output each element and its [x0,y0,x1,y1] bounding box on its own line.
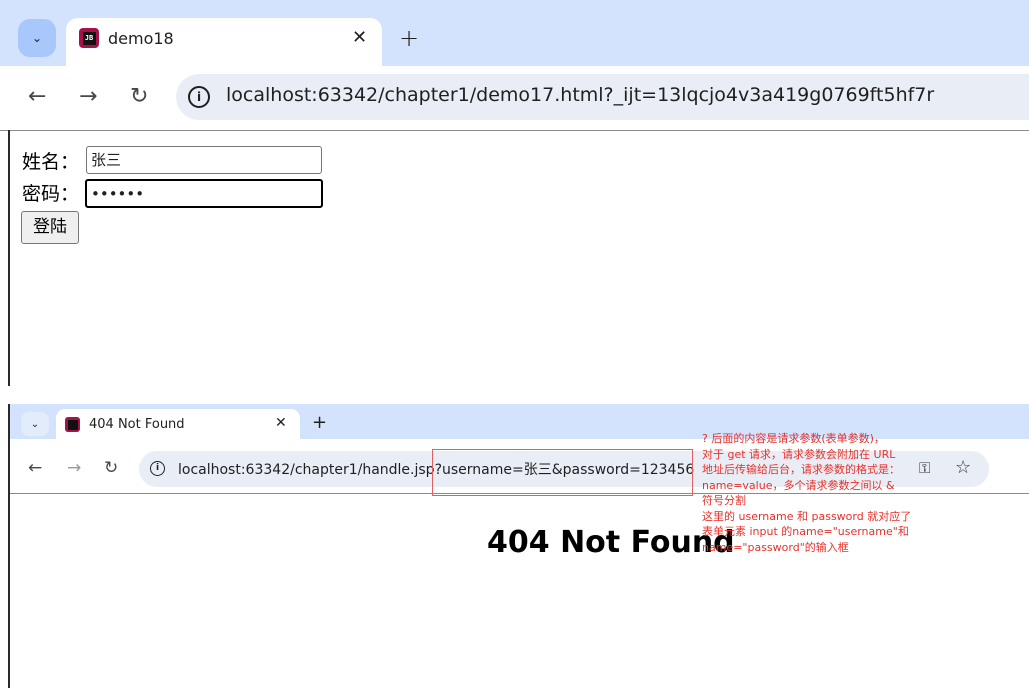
tab-close-button[interactable]: ✕ [352,27,367,48]
tab-list-icon[interactable]: ⌄ [21,412,49,436]
window-edge [8,130,10,386]
back-icon[interactable]: ← [28,458,42,478]
jetbrains-icon: JB [79,28,99,48]
url-text[interactable]: localhost:63342/chapter1/demo17.html?_ij… [226,84,934,106]
query-string-highlight [432,449,693,496]
page-heading: 404 Not Found [487,525,735,560]
login-button[interactable]: 登陆 [21,211,79,244]
back-icon[interactable]: ← [28,84,46,109]
url-host: localhost [226,84,312,106]
tab-title: demo18 [108,29,174,48]
forward-icon[interactable]: → [79,84,97,109]
name-label: 姓名： [22,151,80,173]
new-tab-button[interactable]: + [399,24,419,52]
toolbar-divider [0,130,1029,131]
tab-list-icon[interactable]: ⌄ [18,19,56,57]
site-info-icon[interactable]: i [188,86,210,108]
site-info-icon[interactable]: i [150,461,165,476]
tab-title: 404 Not Found [89,417,185,432]
reload-icon[interactable]: ↻ [130,84,148,109]
new-tab-button[interactable]: + [312,412,327,433]
reload-icon[interactable]: ↻ [104,458,118,478]
jetbrains-icon [65,417,80,432]
annotation-note: ? 后面的内容是请求参数(表单参数)， 对于 get 请求，请求参数会附加在 U… [702,432,912,554]
tab-close-button[interactable]: ✕ [275,415,287,431]
forward-icon[interactable]: → [67,458,81,478]
password-input[interactable]: •••••• [85,179,323,208]
username-input[interactable]: 张三 [86,146,322,174]
url-path: :63342/chapter1/demo17.html?_ijt=13lqcjo… [311,84,935,106]
password-label: 密码： [22,183,80,205]
